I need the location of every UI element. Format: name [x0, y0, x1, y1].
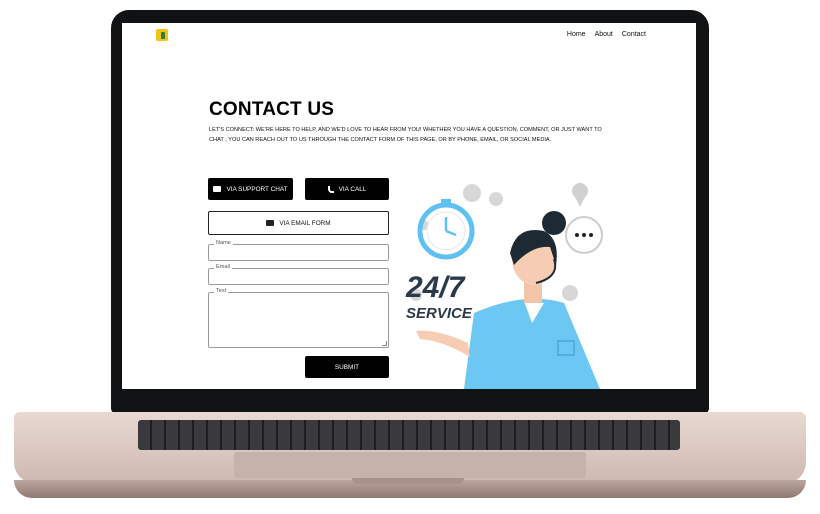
name-field[interactable]: Name: [208, 240, 389, 261]
support-chat-button[interactable]: VIA SUPPORT CHAT: [208, 178, 293, 200]
resize-handle[interactable]: [382, 341, 387, 346]
laptop-notch: [352, 478, 464, 484]
top-nav: Home About Contact: [567, 31, 646, 38]
submit-button[interactable]: SUBMIT: [305, 356, 389, 378]
stopwatch-icon: [417, 199, 475, 260]
call-label: VIA CALL: [338, 185, 367, 193]
location-pin-icon: [572, 183, 588, 207]
nav-about[interactable]: About: [595, 31, 613, 38]
page-description: LET'S CONNECT: WE'RE HERE TO HELP, AND W…: [209, 127, 602, 143]
call-button[interactable]: VIA CALL: [305, 178, 389, 200]
phone-icon: [327, 185, 334, 193]
badge-service: SERVICE: [406, 305, 473, 322]
text-label: Text: [214, 288, 229, 294]
submit-label: SUBMIT: [334, 363, 360, 371]
nav-contact[interactable]: Contact: [622, 31, 646, 38]
email-field[interactable]: Email: [208, 264, 389, 285]
site-logo[interactable]: [156, 29, 168, 41]
speech-bubble-icon: [565, 216, 603, 254]
laptop-frame: Home About Contact CONTACT US LET'S CONN…: [0, 0, 820, 514]
email-form-button[interactable]: VIA EMAIL FORM: [208, 211, 389, 235]
name-label: Name: [214, 240, 233, 246]
email-label: Email: [214, 264, 232, 270]
mail-icon: [266, 220, 275, 226]
support-illustration: 24/7 SERVICE: [405, 183, 603, 389]
screen: Home About Contact CONTACT US LET'S CONN…: [122, 23, 696, 389]
page-title: CONTACT US: [209, 99, 335, 120]
chat-icon: [213, 186, 222, 192]
support-chat-label: VIA SUPPORT CHAT: [226, 185, 288, 193]
badge-247: 24/7: [405, 271, 466, 304]
laptop-keyboard: [138, 420, 680, 450]
email-form-label: VIA EMAIL FORM: [279, 219, 331, 227]
nav-home[interactable]: Home: [567, 31, 586, 38]
laptop-trackpad: [234, 452, 586, 478]
text-area[interactable]: Text: [208, 288, 389, 348]
